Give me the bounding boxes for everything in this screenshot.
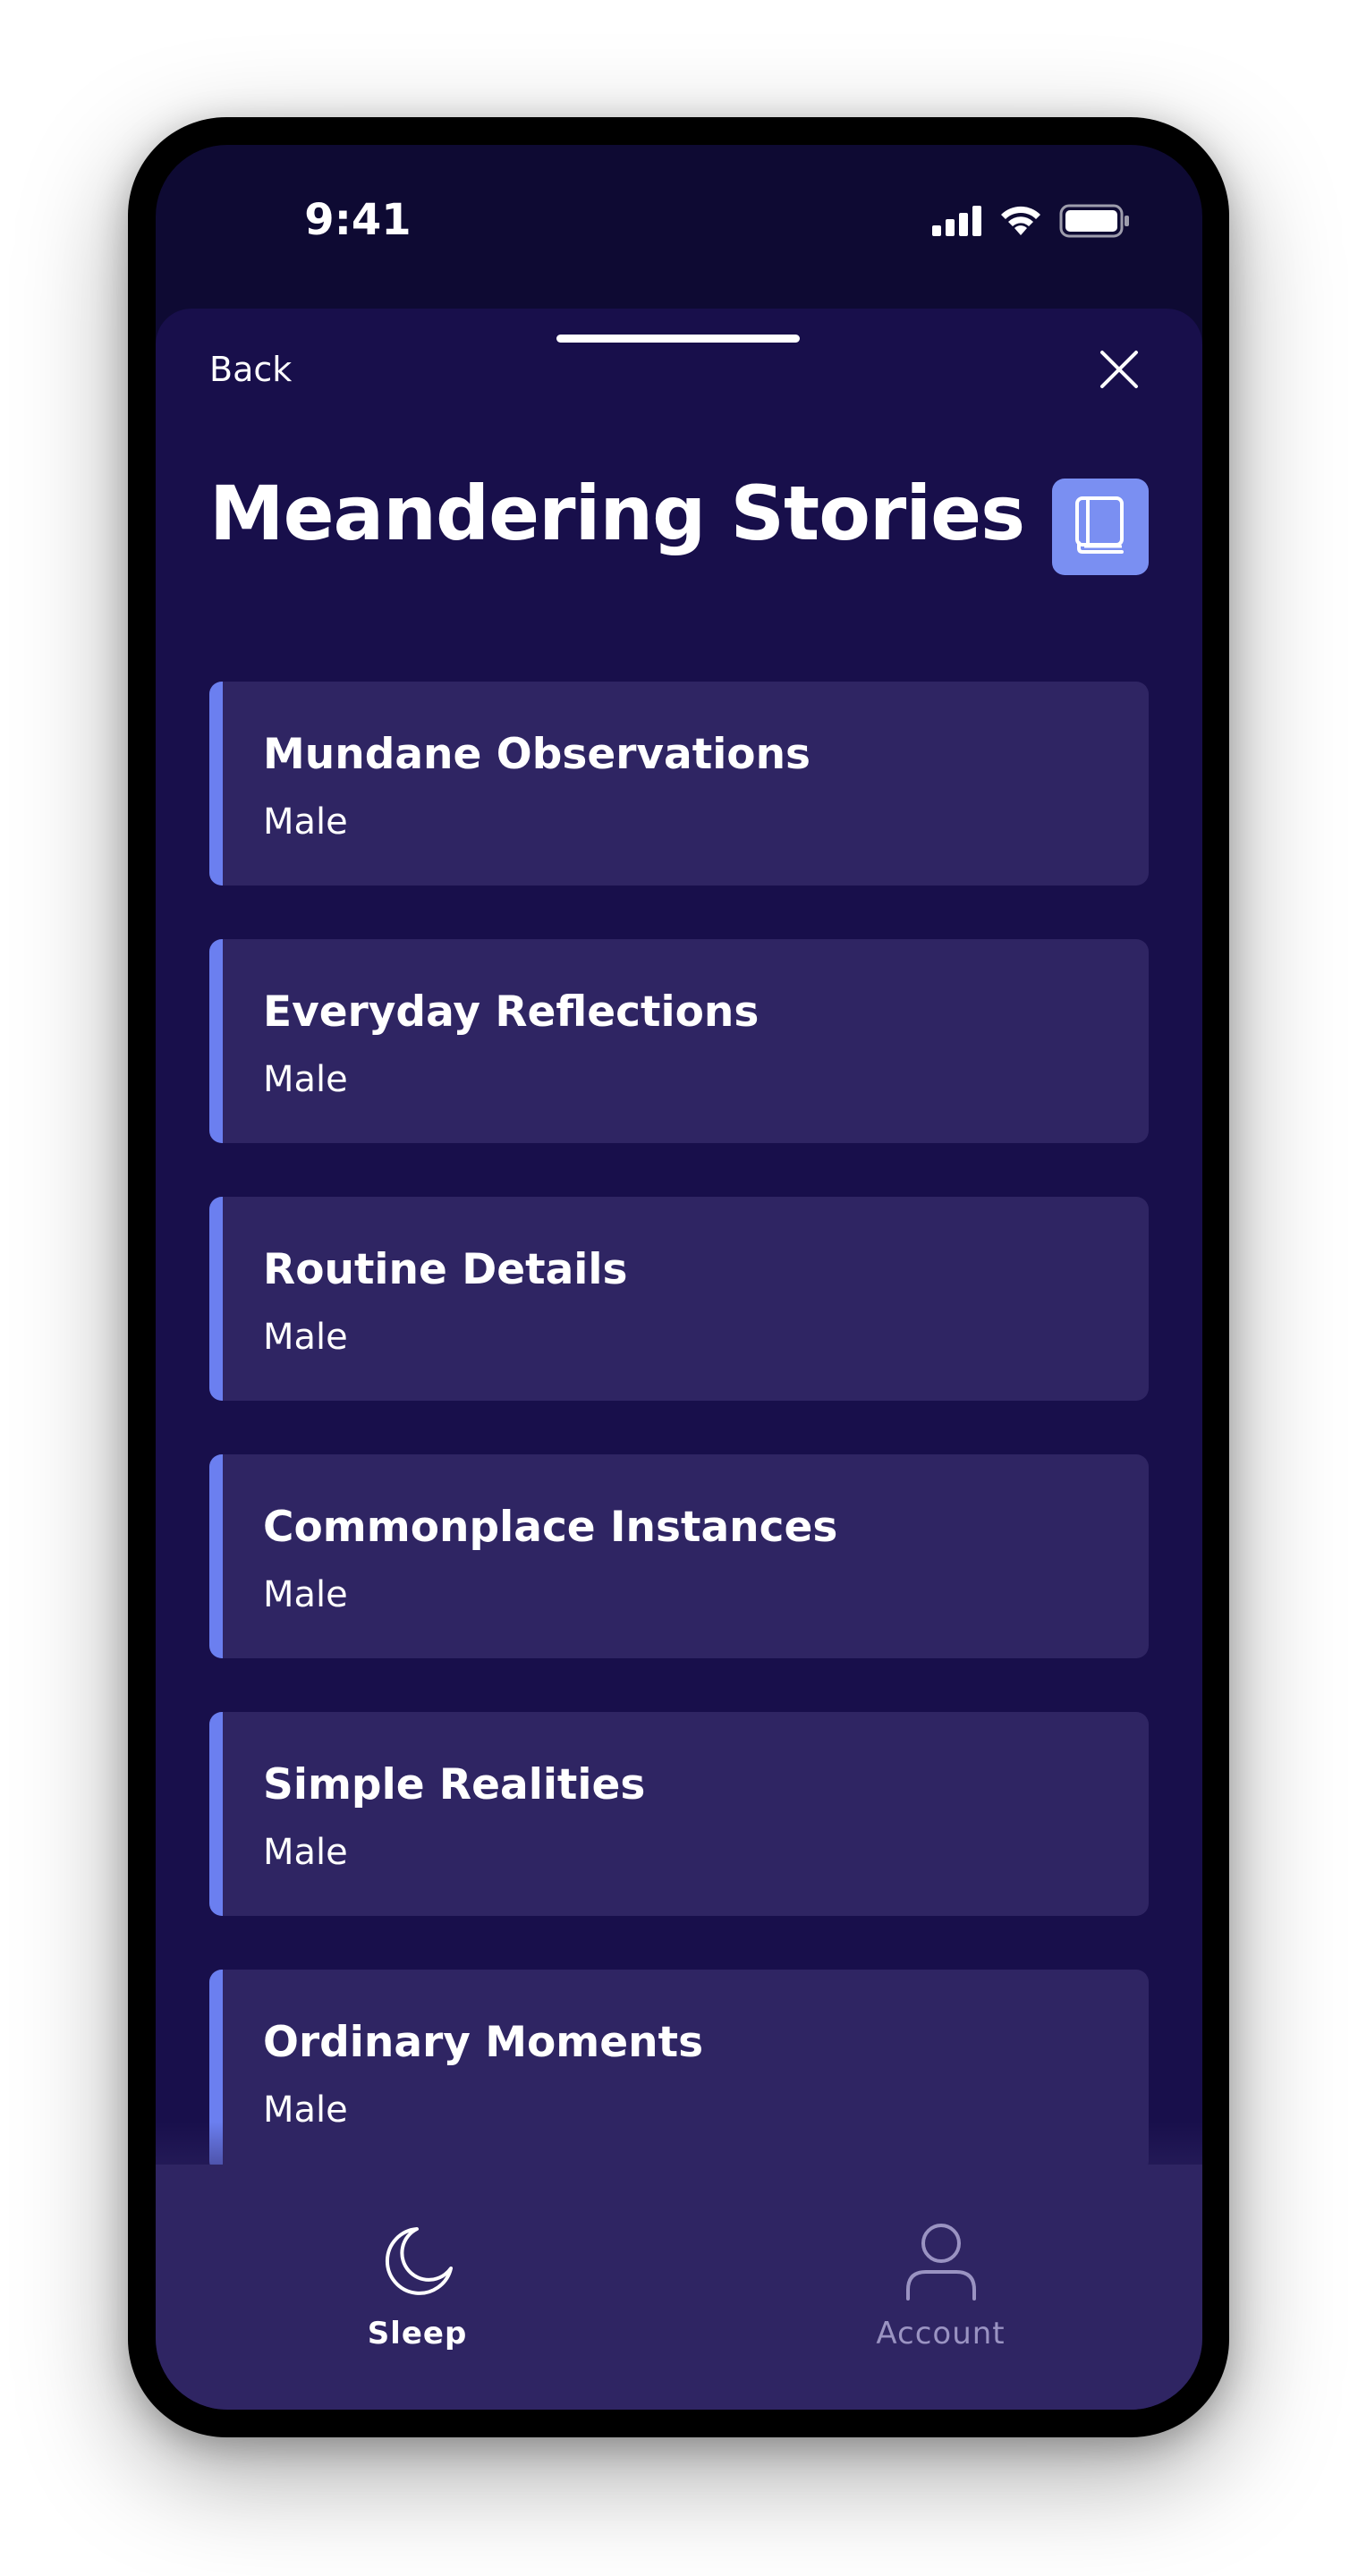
- sheet-grabber[interactable]: [556, 335, 800, 343]
- card-accent-bar: [209, 1712, 223, 1916]
- tab-bar: Sleep Account: [156, 2165, 1202, 2410]
- story-card[interactable]: Everyday Reflections Male: [209, 939, 1149, 1143]
- story-title: Everyday Reflections: [263, 987, 760, 1037]
- stage: 9:41 Back Meandering Stories Mundane Obs…: [0, 0, 1358, 2576]
- story-voice: Male: [263, 1574, 348, 1615]
- tab-sleep[interactable]: Sleep: [156, 2165, 679, 2410]
- story-card[interactable]: Simple Realities Male: [209, 1712, 1149, 1916]
- story-card[interactable]: Routine Details Male: [209, 1197, 1149, 1401]
- story-card[interactable]: Ordinary Moments Male: [209, 1970, 1149, 2174]
- story-card[interactable]: Mundane Observations Male: [209, 682, 1149, 886]
- story-voice: Male: [263, 1317, 348, 1358]
- story-voice: Male: [263, 1832, 348, 1873]
- back-button[interactable]: Back: [209, 352, 292, 386]
- story-list: Mundane Observations Male Everyday Refle…: [209, 682, 1149, 2227]
- tab-label: Account: [876, 2316, 1006, 2351]
- story-voice: Male: [263, 801, 348, 843]
- card-accent-bar: [209, 1454, 223, 1658]
- user-icon: [901, 2222, 981, 2306]
- status-time: 9:41: [304, 195, 412, 245]
- battery-icon: [1059, 204, 1131, 242]
- tab-account[interactable]: Account: [679, 2165, 1202, 2410]
- card-accent-bar: [209, 682, 223, 886]
- book-icon: [1072, 495, 1129, 559]
- story-card[interactable]: Commonplace Instances Male: [209, 1454, 1149, 1658]
- phone-screen: 9:41 Back Meandering Stories Mundane Obs…: [156, 145, 1202, 2410]
- wifi-icon: [998, 205, 1043, 241]
- story-title: Mundane Observations: [263, 730, 811, 779]
- card-accent-bar: [209, 939, 223, 1143]
- close-button[interactable]: [1097, 347, 1142, 392]
- story-voice: Male: [263, 1059, 348, 1100]
- story-title: Ordinary Moments: [263, 2018, 704, 2067]
- page-title: Meandering Stories: [209, 470, 1025, 557]
- collection-badge: [1052, 479, 1149, 575]
- card-accent-bar: [209, 1197, 223, 1401]
- cellular-signal-icon: [932, 206, 982, 240]
- story-voice: Male: [263, 2089, 348, 2131]
- close-icon: [1097, 351, 1142, 395]
- tab-label: Sleep: [367, 2316, 468, 2351]
- story-title: Commonplace Instances: [263, 1503, 838, 1552]
- story-title: Routine Details: [263, 1245, 628, 1294]
- story-title: Simple Realities: [263, 1760, 646, 1809]
- moon-icon: [378, 2222, 458, 2306]
- card-accent-bar: [209, 1970, 223, 2174]
- status-icons: [932, 204, 1131, 242]
